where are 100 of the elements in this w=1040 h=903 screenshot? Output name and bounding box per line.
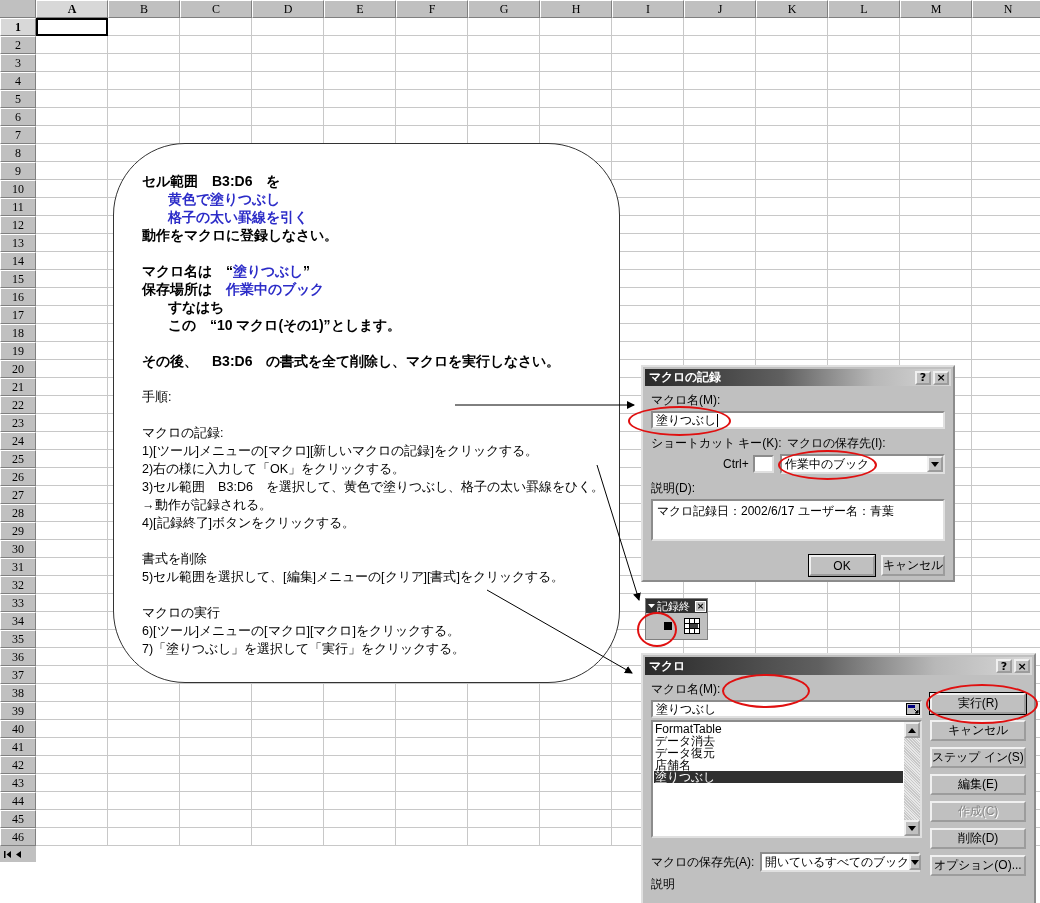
instruction-text: 1)[ツール]メニューの[マクロ][新しいマクロの記録]をクリックする。: [142, 443, 538, 460]
macro-name-input[interactable]: 塗りつぶし: [651, 411, 945, 429]
row-header[interactable]: 37: [0, 666, 36, 684]
close-button[interactable]: ×: [695, 600, 706, 612]
column-header[interactable]: A: [36, 0, 108, 18]
row-header[interactable]: 11: [0, 198, 36, 216]
store-location-select[interactable]: 作業中のブック: [780, 454, 945, 474]
row-header[interactable]: 12: [0, 216, 36, 234]
row-header[interactable]: 29: [0, 522, 36, 540]
row-header[interactable]: 45: [0, 810, 36, 828]
row-header[interactable]: 34: [0, 612, 36, 630]
row-header[interactable]: 1: [0, 18, 36, 36]
macro-list-item[interactable]: 塗りつぶし: [654, 771, 903, 783]
column-header[interactable]: C: [180, 0, 252, 18]
row-header[interactable]: 38: [0, 684, 36, 702]
column-header[interactable]: B: [108, 0, 180, 18]
dialog-button[interactable]: キャンセル: [930, 720, 1026, 741]
row-header[interactable]: 5: [0, 90, 36, 108]
row-header[interactable]: 36: [0, 648, 36, 666]
previous-sheet-icon[interactable]: [16, 850, 21, 858]
dialog-button[interactable]: ステップ イン(S): [930, 747, 1026, 768]
store-location-select[interactable]: 開いているすべてのブック: [760, 852, 921, 872]
row-header[interactable]: 19: [0, 342, 36, 360]
row-header[interactable]: 35: [0, 630, 36, 648]
instruction-text: 書式を削除: [142, 551, 207, 568]
row-header[interactable]: 15: [0, 270, 36, 288]
column-header[interactable]: L: [828, 0, 900, 18]
row-header[interactable]: 32: [0, 576, 36, 594]
dialog-button[interactable]: OK: [809, 555, 875, 576]
row-header[interactable]: 2: [0, 36, 36, 54]
row-header[interactable]: 33: [0, 594, 36, 612]
row-header[interactable]: 3: [0, 54, 36, 72]
row-header[interactable]: 30: [0, 540, 36, 558]
close-button[interactable]: ×: [1014, 659, 1030, 673]
dialog-title: マクロ: [649, 657, 686, 675]
row-header[interactable]: 40: [0, 720, 36, 738]
column-header[interactable]: K: [756, 0, 828, 18]
row-header[interactable]: 24: [0, 432, 36, 450]
column-header[interactable]: E: [324, 0, 396, 18]
column-header[interactable]: H: [540, 0, 612, 18]
dialog-button[interactable]: 実行(R): [930, 693, 1026, 714]
column-header[interactable]: N: [972, 0, 1040, 18]
row-header[interactable]: 22: [0, 396, 36, 414]
row-header[interactable]: 4: [0, 72, 36, 90]
column-header[interactable]: J: [684, 0, 756, 18]
caret-down-icon[interactable]: [648, 604, 655, 608]
row-header[interactable]: 6: [0, 108, 36, 126]
field-label: 説明(D):: [651, 480, 696, 497]
row-header[interactable]: 9: [0, 162, 36, 180]
column-header[interactable]: D: [252, 0, 324, 18]
row-header[interactable]: 46: [0, 828, 36, 846]
column-header[interactable]: F: [396, 0, 468, 18]
row-header[interactable]: 14: [0, 252, 36, 270]
dialog-button[interactable]: キャンセル: [881, 555, 945, 576]
row-header[interactable]: 23: [0, 414, 36, 432]
macro-list-item[interactable]: FormatTable: [654, 723, 903, 735]
dialog-button[interactable]: オプション(O)...: [930, 855, 1026, 876]
column-header[interactable]: G: [468, 0, 540, 18]
row-header[interactable]: 31: [0, 558, 36, 576]
macro-list-item[interactable]: データ消去: [654, 735, 903, 747]
dialog-button[interactable]: 編集(E): [930, 774, 1026, 795]
row-header[interactable]: 25: [0, 450, 36, 468]
row-header[interactable]: 28: [0, 504, 36, 522]
active-cell[interactable]: [36, 18, 108, 36]
scrollbar[interactable]: [904, 722, 920, 836]
row-header[interactable]: 13: [0, 234, 36, 252]
help-button[interactable]: ?: [915, 370, 931, 385]
row-header[interactable]: 16: [0, 288, 36, 306]
macro-list-item[interactable]: 店舗名: [654, 759, 903, 771]
close-button[interactable]: ×: [933, 370, 949, 385]
macro-name-input[interactable]: 塗りつぶし: [651, 700, 922, 718]
row-header[interactable]: 43: [0, 774, 36, 792]
instruction-text: この “10 マクロ(その1)”とします。: [167, 316, 401, 334]
column-header[interactable]: M: [900, 0, 972, 18]
caret-down-icon: [908, 825, 916, 831]
column-header[interactable]: I: [612, 0, 684, 18]
row-header[interactable]: 44: [0, 792, 36, 810]
row-header[interactable]: 27: [0, 486, 36, 504]
instruction-text: 6)[ツール]メニューの[マクロ][マクロ]をクリックする。: [142, 623, 460, 640]
instruction-text: 動作をマクロに登録しなさい。: [142, 226, 338, 244]
row-header[interactable]: 26: [0, 468, 36, 486]
help-button[interactable]: ?: [996, 659, 1012, 673]
description-input[interactable]: マクロ記録日：2002/6/17 ユーザー名：青葉: [651, 499, 945, 541]
row-header[interactable]: 21: [0, 378, 36, 396]
instruction-text: その後、 B3:D6 の書式を全て削除し、マクロを実行しなさい。: [142, 352, 561, 370]
row-header[interactable]: 17: [0, 306, 36, 324]
row-header[interactable]: 42: [0, 756, 36, 774]
row-header[interactable]: 41: [0, 738, 36, 756]
row-header[interactable]: 20: [0, 360, 36, 378]
macro-list-item[interactable]: データ復元: [654, 747, 903, 759]
row-header[interactable]: 8: [0, 144, 36, 162]
row-header[interactable]: 7: [0, 126, 36, 144]
range-select-icon[interactable]: [906, 703, 920, 715]
dialog-button[interactable]: 削除(D): [930, 828, 1026, 849]
first-sheet-icon[interactable]: [4, 850, 12, 858]
row-header[interactable]: 18: [0, 324, 36, 342]
row-header[interactable]: 39: [0, 702, 36, 720]
shortcut-key-input[interactable]: [752, 455, 775, 473]
relative-reference-button[interactable]: [681, 615, 703, 637]
row-header[interactable]: 10: [0, 180, 36, 198]
